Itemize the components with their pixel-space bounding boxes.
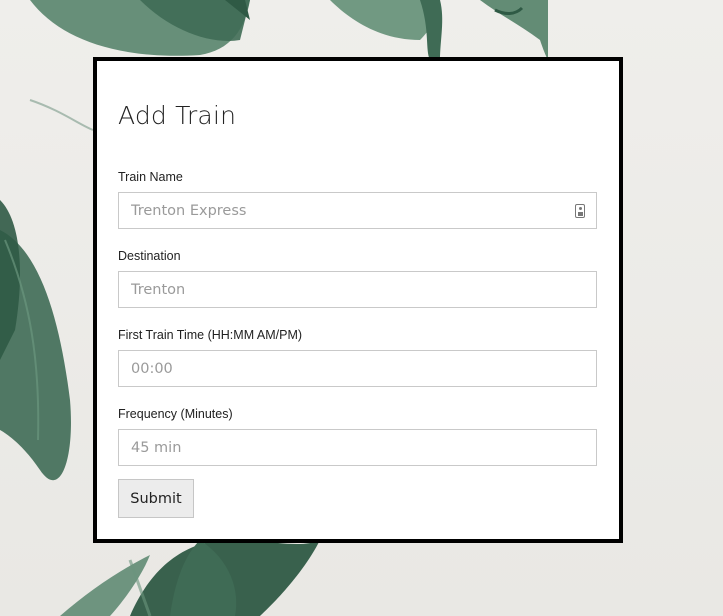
frequency-input[interactable] — [118, 429, 597, 466]
frequency-label: Frequency (Minutes) — [118, 407, 233, 421]
train-name-label: Train Name — [118, 170, 183, 184]
contact-card-icon[interactable] — [575, 204, 585, 218]
train-name-input[interactable] — [118, 192, 597, 229]
destination-input[interactable] — [118, 271, 597, 308]
first-train-time-label: First Train Time (HH:MM AM/PM) — [118, 328, 303, 342]
first-train-time-input[interactable] — [118, 350, 597, 387]
form-title: Add Train — [118, 101, 237, 130]
submit-button[interactable]: Submit — [118, 479, 194, 518]
add-train-form-card: Add Train Train Name Destination First T… — [93, 57, 623, 543]
destination-label: Destination — [118, 249, 181, 263]
